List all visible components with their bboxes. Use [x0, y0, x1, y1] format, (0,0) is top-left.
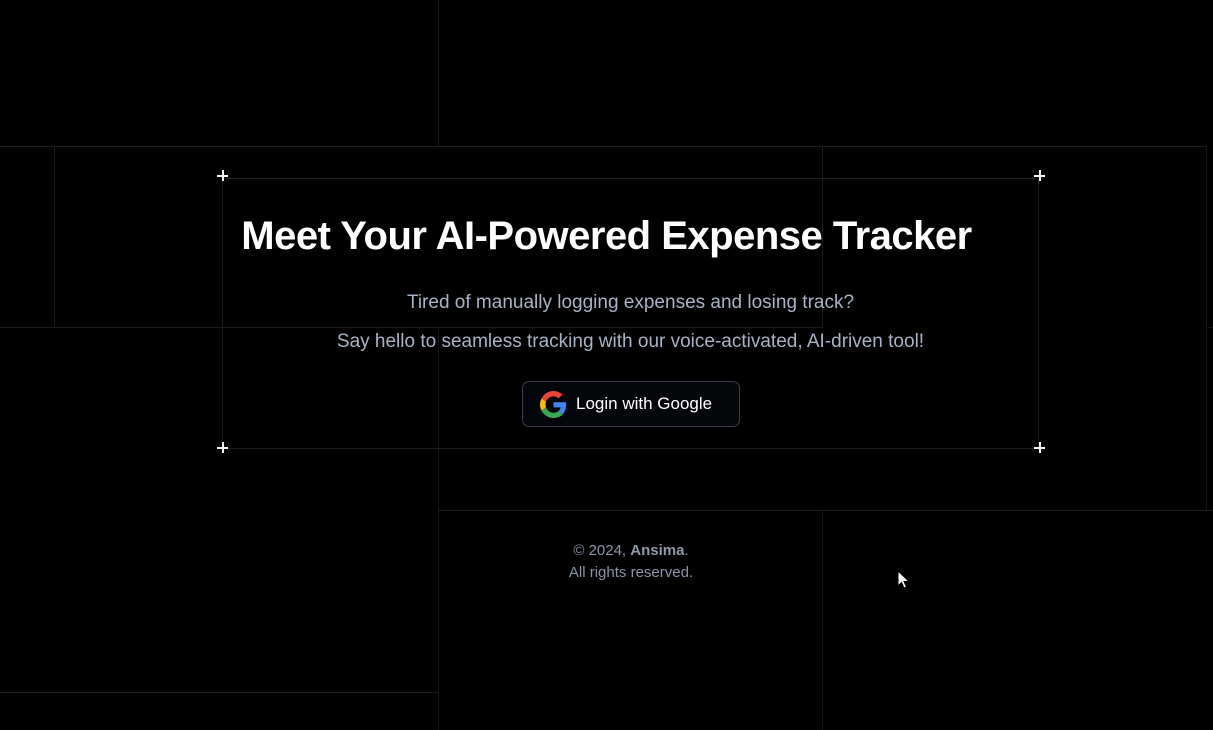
landing-page: Meet Your AI-Powered Expense Tracker Tir… [0, 0, 1213, 730]
copyright-line: © 2024, Ansima. [0, 540, 1213, 562]
grid-line [0, 692, 438, 693]
plus-corner-icon [217, 170, 228, 181]
mouse-cursor-icon [897, 570, 911, 589]
plus-corner-icon [1034, 170, 1045, 181]
grid-line [1206, 327, 1213, 328]
hero-title: Meet Your AI-Powered Expense Tracker [241, 214, 972, 258]
hero-subtitle-line1: Tired of manually logging expenses and l… [406, 292, 855, 313]
grid-line [438, 0, 439, 146]
copyright-suffix: . [684, 542, 689, 559]
google-icon [540, 390, 567, 418]
brand-name: Ansima [630, 542, 685, 559]
plus-corner-icon [1034, 442, 1045, 453]
login-with-google-button[interactable]: Login with Google [522, 381, 740, 427]
grid-line [438, 510, 1213, 511]
copyright-prefix: © 2024, [573, 542, 631, 559]
plus-corner-icon [217, 442, 228, 453]
footer: © 2024, Ansima. All rights reserved. [0, 540, 1213, 584]
login-button-label: Login with Google [576, 394, 713, 413]
grid-line [0, 146, 1206, 147]
rights-line: All rights reserved. [568, 564, 694, 581]
grid-line [1206, 146, 1207, 511]
hero-subtitle-line2: Say hello to seamless tracking with our … [336, 331, 925, 352]
